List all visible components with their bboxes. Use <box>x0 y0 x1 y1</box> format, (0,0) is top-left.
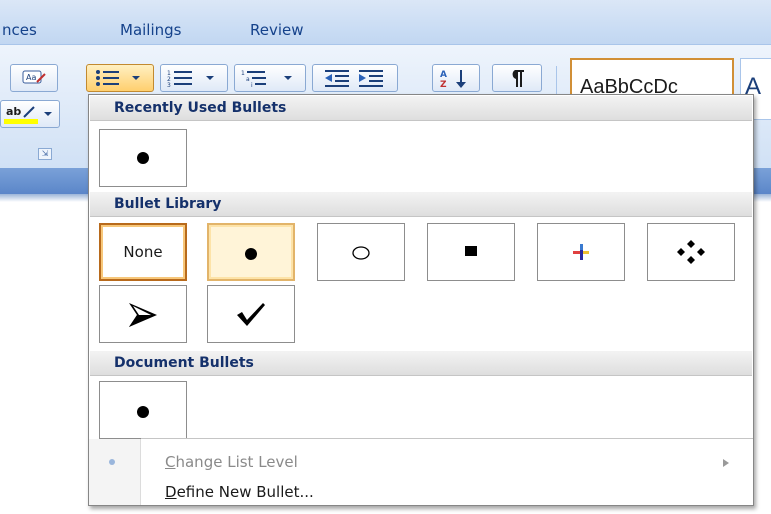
library-bullet-arrowhead[interactable] <box>99 285 187 343</box>
library-bullet-four-diamonds[interactable] <box>647 223 735 281</box>
decrease-indent-icon[interactable] <box>321 68 355 88</box>
show-formatting-marks-button[interactable] <box>492 64 542 92</box>
svg-text:i: i <box>251 82 253 88</box>
library-bullet-hollow-circle[interactable] <box>317 223 405 281</box>
document-bullet-filled-circle[interactable] <box>99 381 187 439</box>
numbering-button[interactable]: 1 2 3 <box>160 64 228 92</box>
svg-text:ab: ab <box>6 105 21 118</box>
sort-button[interactable]: A Z <box>432 64 480 92</box>
clear-formatting-button[interactable]: Aa <box>10 64 58 92</box>
library-bullet-filled-circle[interactable] <box>207 223 295 281</box>
define-new-bullet-item[interactable]: Define New Bullet... <box>165 483 314 501</box>
bullets-button[interactable] <box>86 64 154 92</box>
none-label: None <box>123 243 163 261</box>
checkmark-bullet-icon <box>237 303 265 326</box>
filled-square-bullet-icon <box>465 246 477 256</box>
document-bullets-header: Document Bullets <box>90 351 752 376</box>
show-formatting-marks-icon <box>512 70 524 87</box>
library-bullet-filled-square[interactable] <box>427 223 515 281</box>
arrowhead-bullet-icon <box>129 303 157 327</box>
tab-mailings[interactable]: Mailings <box>120 21 181 39</box>
change-level-mnemonic: C <box>165 453 176 471</box>
submenu-arrow-icon <box>723 459 729 467</box>
increase-indent-icon[interactable] <box>355 68 389 88</box>
paragraph-dialog-launcher[interactable]: ⇲ <box>38 148 52 160</box>
sort-icon: A Z <box>440 70 466 89</box>
indent-group <box>312 64 398 92</box>
list-level-bullet-icon <box>109 459 115 465</box>
menu-icon-gutter <box>89 439 141 505</box>
multilevel-list-button[interactable]: 1 a i <box>234 64 306 92</box>
text-highlight-icon: ab <box>4 105 52 124</box>
bullets-dropdown: Recently Used Bullets Bullet Library Non… <box>88 94 754 506</box>
menu-divider <box>141 438 753 439</box>
svg-text:Z: Z <box>440 80 447 89</box>
bullet-library-header: Bullet Library <box>90 192 752 217</box>
define-new-mnemonic: D <box>165 483 177 501</box>
clear-formatting-icon: Aa <box>22 70 46 84</box>
library-bullet-checkmark[interactable] <box>207 285 295 343</box>
library-bullet-four-color-cross[interactable] <box>537 223 625 281</box>
recent-bullets-header: Recently Used Bullets <box>90 96 752 121</box>
filled-circle-bullet-icon <box>137 406 149 418</box>
change-level-label: hange List Level <box>175 453 298 471</box>
numbering-icon: 1 2 3 <box>167 70 214 88</box>
four-diamonds-bullet-icon <box>677 240 705 264</box>
library-bullet-none[interactable]: None <box>99 223 187 281</box>
hollow-circle-bullet-icon <box>352 246 370 260</box>
tab-references[interactable]: nces <box>2 21 37 39</box>
svg-text:Aa: Aa <box>26 73 36 82</box>
svg-text:3: 3 <box>167 82 171 88</box>
multilevel-list-icon: 1 a i <box>241 70 292 88</box>
define-new-label: efine New Bullet... <box>176 483 314 501</box>
four-color-cross-bullet-icon <box>573 244 589 260</box>
svg-text:a: a <box>246 76 250 83</box>
bullets-icon <box>96 70 140 86</box>
filled-circle-bullet-icon <box>137 152 149 164</box>
text-highlight-button[interactable]: ab <box>0 100 60 128</box>
svg-text:A: A <box>440 70 447 80</box>
recent-bullet-filled-circle[interactable] <box>99 129 187 187</box>
change-list-level-item[interactable]: Change List Level <box>165 453 298 471</box>
tab-review[interactable]: Review <box>250 21 304 39</box>
svg-text:1: 1 <box>241 70 245 77</box>
filled-circle-bullet-icon <box>245 248 257 260</box>
